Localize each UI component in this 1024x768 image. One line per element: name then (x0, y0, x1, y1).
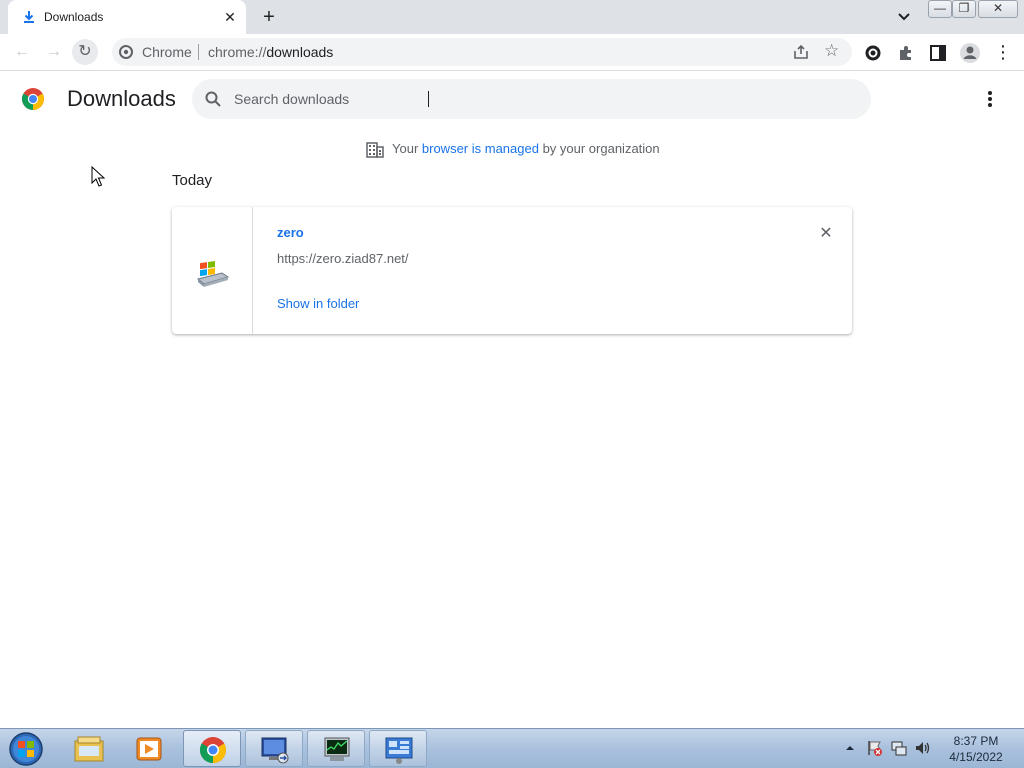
mouse-cursor-icon (91, 166, 105, 187)
chrome-site-icon (119, 45, 133, 59)
taskbar: 8:37 PM 4/15/2022 (0, 728, 1024, 768)
search-input[interactable] (234, 88, 834, 110)
chrome-icon (199, 737, 227, 764)
remote-desktop-icon (261, 737, 289, 764)
taskbar-chrome[interactable] (183, 730, 241, 767)
back-button[interactable]: ← (9, 39, 35, 65)
url-path: downloads (266, 44, 334, 60)
new-tab-button[interactable]: + (258, 6, 280, 28)
tab-search-chevron-icon[interactable] (894, 8, 914, 26)
extensions-puzzle-icon[interactable] (897, 44, 915, 62)
remove-download-icon[interactable]: ✕ (816, 224, 836, 244)
clock-date: 4/15/2022 (949, 750, 1003, 764)
text-caret (428, 91, 429, 107)
taskbar-clock[interactable]: 8:37 PM 4/15/2022 (936, 733, 1016, 765)
download-icon (24, 11, 34, 23)
managed-text-after: by your organization (538, 141, 660, 156)
restore-button[interactable]: ❐ (952, 0, 976, 18)
tab-close-icon[interactable]: ✕ (222, 9, 238, 25)
action-center-flag-icon[interactable] (866, 739, 884, 757)
omnibox-chip: Chrome (142, 44, 192, 60)
media-player-icon (136, 737, 162, 761)
start-button-icon[interactable] (6, 731, 46, 767)
file-explorer-icon (74, 736, 104, 762)
taskbar-media-player[interactable] (120, 730, 178, 767)
omnibox-separator (198, 44, 199, 60)
search-box[interactable] (192, 79, 871, 119)
network-icon[interactable] (890, 739, 908, 757)
taskbar-task-manager[interactable] (307, 730, 365, 767)
taskbar-remote-desktop[interactable] (245, 730, 303, 767)
date-header: Today (172, 172, 213, 189)
tab-downloads[interactable]: Downloads ✕ (8, 0, 246, 34)
minimize-button[interactable]: — (928, 0, 952, 18)
show-hidden-icons-icon[interactable] (845, 743, 855, 753)
volume-icon[interactable] (914, 739, 932, 757)
reload-button[interactable]: ↻ (72, 39, 98, 65)
clock-time: 8:37 PM (953, 734, 999, 748)
taskbar-file-explorer[interactable] (60, 730, 118, 767)
downloads-header: Downloads (0, 72, 1024, 128)
task-manager-icon (324, 737, 350, 761)
managed-text-before: Your (392, 141, 422, 156)
tab-title: Downloads (44, 10, 104, 24)
tab-strip: Downloads ✕ + — ❐ ✕ (0, 0, 1024, 34)
show-in-folder-link[interactable]: Show in folder (277, 296, 359, 311)
search-icon (205, 91, 221, 107)
chrome-logo-icon (22, 88, 44, 110)
file-icon-column (172, 207, 253, 334)
download-item: zero https://zero.ziad87.net/ Show in fo… (172, 207, 852, 334)
omnibox-url[interactable]: chrome://downloads (208, 44, 333, 60)
windows-installer-icon (196, 261, 230, 287)
managed-link[interactable]: browser is managed (422, 141, 539, 156)
page-title: Downloads (67, 86, 176, 111)
extension-circle-icon[interactable] (864, 44, 882, 62)
building-icon (366, 142, 384, 158)
toolbar: ← → ↻ Chrome chrome://downloads ☆ ⋮ (0, 34, 1024, 71)
address-bar[interactable]: Chrome chrome://downloads ☆ (112, 38, 852, 66)
profile-avatar-icon[interactable] (959, 42, 981, 64)
download-file-name[interactable]: zero (277, 225, 304, 240)
side-panel-icon[interactable] (929, 44, 947, 62)
control-panel-icon (385, 737, 413, 764)
download-url[interactable]: https://zero.ziad87.net/ (277, 251, 409, 266)
forward-button[interactable]: → (41, 39, 67, 65)
taskbar-control-panel[interactable] (369, 730, 427, 767)
more-actions-icon[interactable] (980, 88, 1000, 110)
chrome-menu-button[interactable]: ⋮ (990, 39, 1016, 65)
share-icon[interactable] (792, 43, 810, 61)
bookmark-star-icon[interactable]: ☆ (824, 41, 839, 61)
close-window-button[interactable]: ✕ (978, 0, 1018, 18)
url-scheme: chrome:// (208, 44, 267, 60)
